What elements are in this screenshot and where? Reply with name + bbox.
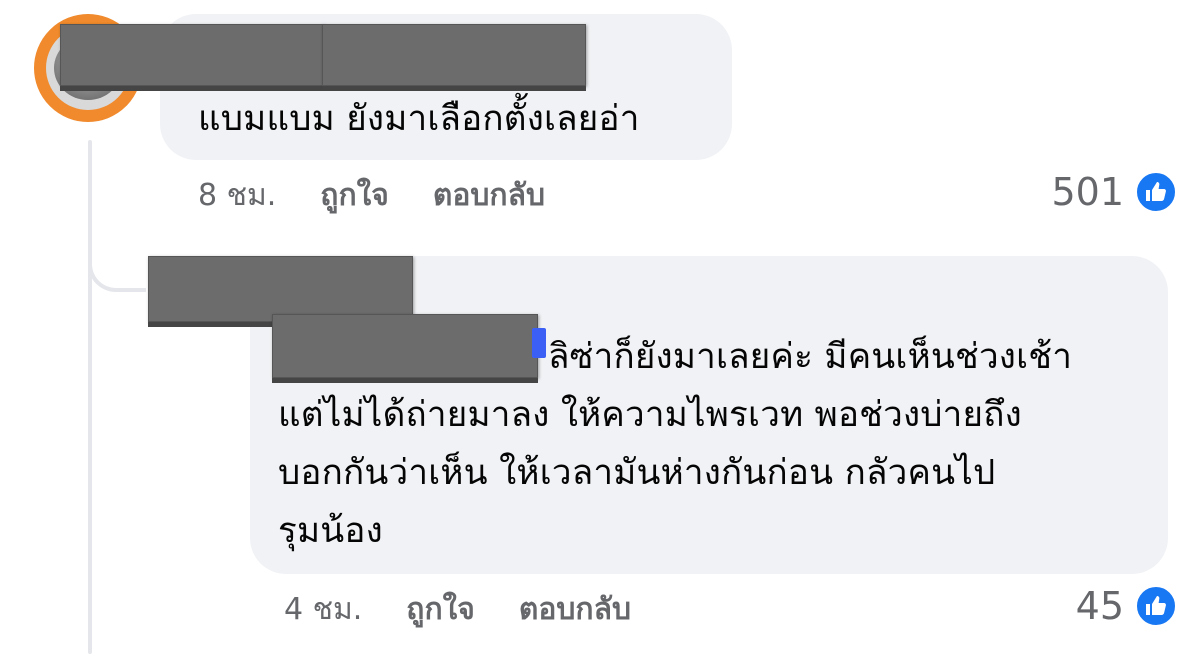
thread-connector <box>88 240 146 292</box>
reply-timestamp[interactable]: 4 ชม. <box>284 590 362 630</box>
comment-actions: 8 ชม. ถูกใจ ตอบกลับ <box>198 176 545 216</box>
like-icon <box>1134 170 1178 214</box>
redacted-name-block <box>148 256 413 322</box>
like-icon <box>1134 584 1178 628</box>
reaction-count: 45 <box>1075 584 1124 628</box>
reply-button[interactable]: ตอบกลับ <box>433 176 545 216</box>
redacted-name-block <box>60 24 324 86</box>
comment-timestamp[interactable]: 8 ชม. <box>198 176 276 216</box>
reaction-summary[interactable]: 501 <box>1051 170 1178 214</box>
reply-text: ลิซ่าก็ยังมาเลยค่ะ มีคนเห็นช่วงเช้า แต่ไ… <box>278 337 1073 551</box>
reply-button[interactable]: ตอบกลับ <box>519 590 631 630</box>
reaction-count: 501 <box>1051 170 1124 214</box>
reply-actions: 4 ชม. ถูกใจ ตอบกลับ <box>284 590 631 630</box>
thread-line <box>88 140 92 654</box>
comment-text: แบมแบม ยังมาเลือกตั้งเลยอ่า <box>198 99 640 139</box>
reaction-summary[interactable]: 45 <box>1076 584 1178 628</box>
like-button[interactable]: ถูกใจ <box>320 176 389 216</box>
redacted-name-block <box>322 24 586 86</box>
like-button[interactable]: ถูกใจ <box>406 590 475 630</box>
